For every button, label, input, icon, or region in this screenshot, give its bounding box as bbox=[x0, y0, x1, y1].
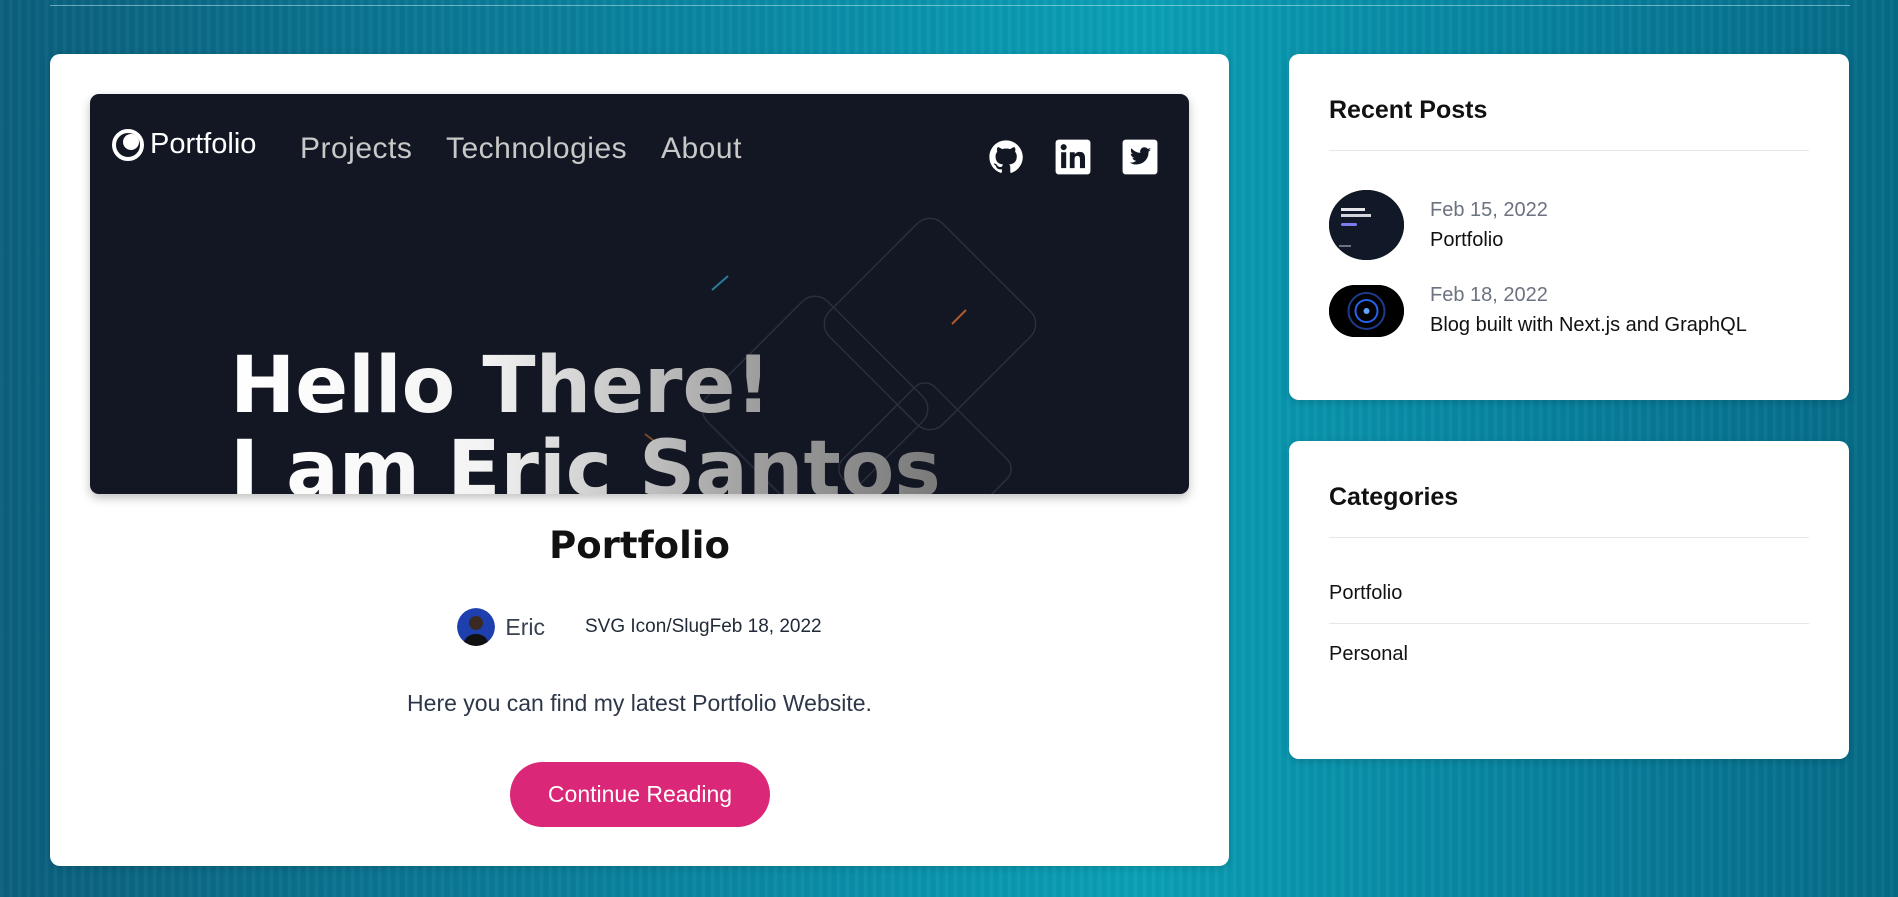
recent-post-title[interactable]: Portfolio bbox=[1430, 229, 1548, 252]
linkedin-icon bbox=[1055, 139, 1091, 175]
recent-post-thumbnail bbox=[1329, 284, 1404, 337]
post-cover-image[interactable]: Portfolio Projects Technologies About He… bbox=[90, 94, 1189, 494]
post-card: Portfolio Projects Technologies About He… bbox=[50, 54, 1229, 866]
post-date-meta: SVG Icon/SlugFeb 18, 2022 bbox=[585, 616, 822, 637]
twitter-icon bbox=[1122, 139, 1158, 175]
continue-reading-button[interactable]: Continue Reading bbox=[510, 762, 770, 827]
recent-posts-divider bbox=[1329, 150, 1809, 151]
post-title[interactable]: Portfolio bbox=[50, 524, 1229, 567]
recent-post-date: Feb 15, 2022 bbox=[1430, 198, 1548, 221]
author-avatar bbox=[457, 608, 496, 646]
post-excerpt: Here you can find my latest Portfolio We… bbox=[407, 690, 872, 716]
portfolio-logo-icon bbox=[112, 128, 144, 161]
recent-post-item[interactable]: Feb 18, 2022 Blog built with Next.js and… bbox=[1329, 284, 1747, 337]
hero-logo: Portfolio bbox=[112, 128, 256, 161]
hero-navbar: Portfolio Projects Technologies About bbox=[90, 94, 1189, 204]
category-portfolio[interactable]: Portfolio bbox=[1329, 582, 1402, 605]
recent-posts-widget: Recent Posts Feb 15, 2022 Portfolio Feb … bbox=[1289, 54, 1849, 400]
categories-widget: Categories Portfolio Personal bbox=[1289, 441, 1849, 759]
hero-headline-line1: Hello There! bbox=[230, 341, 771, 431]
hero-nav-projects: Projects bbox=[300, 132, 413, 165]
recent-post-date: Feb 18, 2022 bbox=[1430, 284, 1548, 306]
recent-post-item[interactable]: Feb 15, 2022 Portfolio bbox=[1329, 190, 1548, 260]
github-icon bbox=[989, 140, 1023, 173]
category-divider bbox=[1329, 623, 1809, 624]
post-meta: Eric SVG Icon/SlugFeb 18, 2022 bbox=[50, 608, 1229, 646]
hero-nav-technologies: Technologies bbox=[446, 132, 628, 165]
recent-posts-title: Recent Posts bbox=[1329, 96, 1488, 124]
recent-post-title[interactable]: Blog built with Next.js and GraphQL bbox=[1430, 314, 1747, 337]
categories-divider bbox=[1329, 537, 1809, 538]
author-name: Eric bbox=[505, 613, 545, 640]
hero-headline: Hello There! I am Eric Santos bbox=[230, 344, 941, 494]
hero-nav-about: About bbox=[661, 132, 742, 165]
recent-post-thumbnail bbox=[1329, 190, 1404, 260]
top-divider bbox=[50, 5, 1850, 6]
category-personal[interactable]: Personal bbox=[1329, 643, 1408, 666]
categories-title: Categories bbox=[1329, 483, 1459, 511]
hero-logo-text: Portfolio bbox=[150, 128, 257, 160]
hero-headline-line2: I am Eric Santos bbox=[230, 425, 941, 494]
